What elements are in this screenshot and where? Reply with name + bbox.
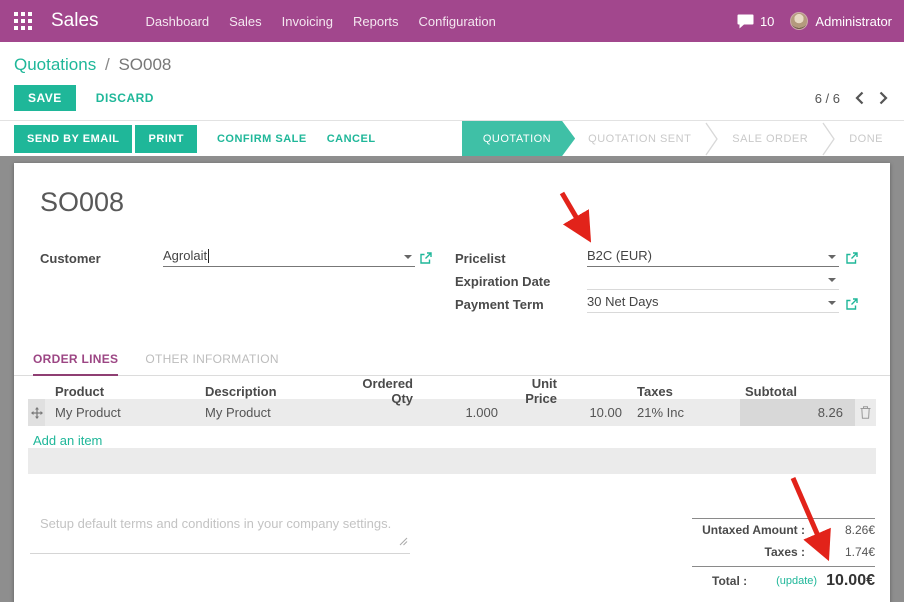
totals-panel: Untaxed Amount : 8.26€ Taxes : 1.74€ Tot…	[692, 518, 875, 594]
textarea-resize-icon[interactable]	[399, 533, 408, 551]
status-step-quotation-sent[interactable]: QUOTATION SENT	[575, 121, 704, 156]
order-lines-table: Product Description Ordered Qty Unit Pri…	[28, 376, 876, 426]
pricelist-label: Pricelist	[455, 251, 506, 266]
app-title[interactable]: Sales	[51, 10, 99, 32]
cell-unit-price[interactable]: 10.00	[500, 399, 625, 426]
payment-term-label: Payment Term	[455, 297, 544, 312]
pricelist-value: B2C (EUR)	[587, 248, 652, 263]
user-avatar[interactable]	[790, 12, 808, 30]
expiration-date-dropdown-icon[interactable]	[828, 278, 836, 282]
col-subtotal: Subtotal	[740, 384, 855, 399]
chat-bubble-icon	[737, 14, 754, 29]
menu-reports[interactable]: Reports	[353, 10, 399, 33]
taxes-value: 1.74€	[805, 545, 875, 559]
pager-next-icon[interactable]	[879, 91, 888, 105]
status-chevron-icon	[704, 121, 719, 156]
customer-label: Customer	[40, 251, 101, 266]
cell-description[interactable]: My Product	[200, 399, 350, 426]
untaxed-amount-label: Untaxed Amount :	[692, 523, 805, 537]
quotation-number-title: SO008	[40, 187, 124, 218]
menu-configuration[interactable]: Configuration	[419, 10, 496, 33]
pricelist-dropdown-icon[interactable]	[828, 255, 836, 259]
cancel-button[interactable]: CANCEL	[327, 133, 376, 145]
tab-order-lines[interactable]: ORDER LINES	[33, 352, 118, 376]
cell-taxes[interactable]: 21% Inc	[625, 399, 740, 426]
col-product: Product	[45, 384, 200, 399]
drag-handle-icon[interactable]	[28, 399, 45, 426]
col-description: Description	[200, 384, 350, 399]
quotation-sheet: SO008 Customer Agrolait Pricelist B2C (E…	[14, 163, 890, 602]
tab-other-information[interactable]: OTHER INFORMATION	[145, 352, 279, 375]
customer-value: Agrolait	[163, 248, 207, 263]
menu-invoicing[interactable]: Invoicing	[282, 10, 333, 33]
text-cursor	[208, 249, 209, 263]
pager-counter: 6 / 6	[815, 91, 840, 106]
pricelist-input[interactable]: B2C (EUR)	[587, 248, 839, 267]
payment-term-value: 30 Net Days	[587, 294, 659, 309]
discard-button[interactable]: DISCARD	[96, 91, 154, 105]
empty-row-placeholder	[28, 448, 876, 474]
status-chevron-icon	[821, 121, 836, 156]
untaxed-amount-value: 8.26€	[805, 523, 875, 537]
cell-subtotal: 8.26	[740, 399, 855, 426]
breadcrumb-current: SO008	[118, 55, 171, 74]
payment-term-dropdown-icon[interactable]	[828, 301, 836, 305]
status-step-sale-order[interactable]: SALE ORDER	[719, 121, 821, 156]
table-row[interactable]: My Product My Product 1.000 10.00 21% In…	[28, 399, 876, 426]
total-row: Total : (update) 10.00€	[692, 566, 875, 594]
messages-button[interactable]: 10	[737, 14, 774, 29]
breadcrumb-quotations-link[interactable]: Quotations	[14, 55, 96, 74]
pager-previous-icon[interactable]	[855, 91, 864, 105]
total-label: Total :	[712, 574, 747, 588]
notebook-tabs: ORDER LINES OTHER INFORMATION	[14, 352, 890, 376]
expiration-date-label: Expiration Date	[455, 274, 550, 289]
record-controls: SAVE DISCARD 6 / 6	[0, 77, 904, 120]
form-canvas: SO008 Customer Agrolait Pricelist B2C (E…	[0, 156, 904, 602]
save-button[interactable]: SAVE	[14, 85, 76, 111]
action-buttons: SEND BY EMAIL PRINT CONFIRM SALE CANCEL	[0, 121, 376, 156]
record-pager: 6 / 6	[815, 91, 888, 106]
terms-placeholder: Setup default terms and conditions in yo…	[40, 516, 391, 531]
topbar-right: 10 Administrator	[737, 12, 892, 30]
expiration-date-input[interactable]	[587, 271, 839, 290]
breadcrumb-separator: /	[105, 55, 110, 74]
col-taxes: Taxes	[625, 384, 740, 399]
subtotal-group: Untaxed Amount : 8.26€ Taxes : 1.74€	[692, 518, 875, 563]
payment-term-external-link-icon[interactable]	[846, 297, 858, 315]
messages-count: 10	[760, 14, 774, 29]
update-taxes-link[interactable]: (update)	[776, 575, 817, 587]
cell-ordered-qty[interactable]: 1.000	[350, 399, 500, 426]
customer-dropdown-icon[interactable]	[404, 255, 412, 259]
table-header-row: Product Description Ordered Qty Unit Pri…	[28, 376, 876, 399]
status-step-done[interactable]: DONE	[836, 121, 896, 156]
top-navbar: Sales Dashboard Sales Invoicing Reports …	[0, 0, 904, 42]
cell-product[interactable]: My Product	[45, 399, 200, 426]
status-pipeline: QUOTATION QUOTATION SENT SALE ORDER DONE	[462, 121, 904, 156]
menu-dashboard[interactable]: Dashboard	[146, 10, 210, 33]
add-an-item-link[interactable]: Add an item	[33, 433, 102, 448]
terms-textarea[interactable]: Setup default terms and conditions in yo…	[30, 512, 410, 554]
send-by-email-button[interactable]: SEND BY EMAIL	[14, 125, 132, 153]
confirm-sale-button[interactable]: CONFIRM SALE	[217, 133, 307, 145]
taxes-row: Taxes : 1.74€	[692, 541, 875, 563]
status-step-quotation[interactable]: QUOTATION	[462, 121, 575, 156]
menu-sales[interactable]: Sales	[229, 10, 262, 33]
payment-term-input[interactable]: 30 Net Days	[587, 294, 839, 313]
delete-line-icon[interactable]	[855, 399, 876, 426]
total-value: 10.00€	[826, 572, 875, 590]
apps-grid-icon[interactable]	[14, 12, 32, 30]
customer-input[interactable]: Agrolait	[163, 248, 415, 267]
print-button[interactable]: PRINT	[135, 125, 197, 153]
taxes-label: Taxes :	[692, 545, 805, 559]
sales-app-window: Sales Dashboard Sales Invoicing Reports …	[0, 0, 904, 602]
customer-external-link-icon[interactable]	[420, 251, 432, 269]
untaxed-amount-row: Untaxed Amount : 8.26€	[692, 519, 875, 541]
breadcrumb: Quotations / SO008	[0, 42, 904, 77]
main-menu: Dashboard Sales Invoicing Reports Config…	[146, 10, 496, 33]
user-menu[interactable]: Administrator	[815, 14, 892, 29]
action-statusbar: SEND BY EMAIL PRINT CONFIRM SALE CANCEL …	[0, 120, 904, 156]
pricelist-external-link-icon[interactable]	[846, 251, 858, 269]
